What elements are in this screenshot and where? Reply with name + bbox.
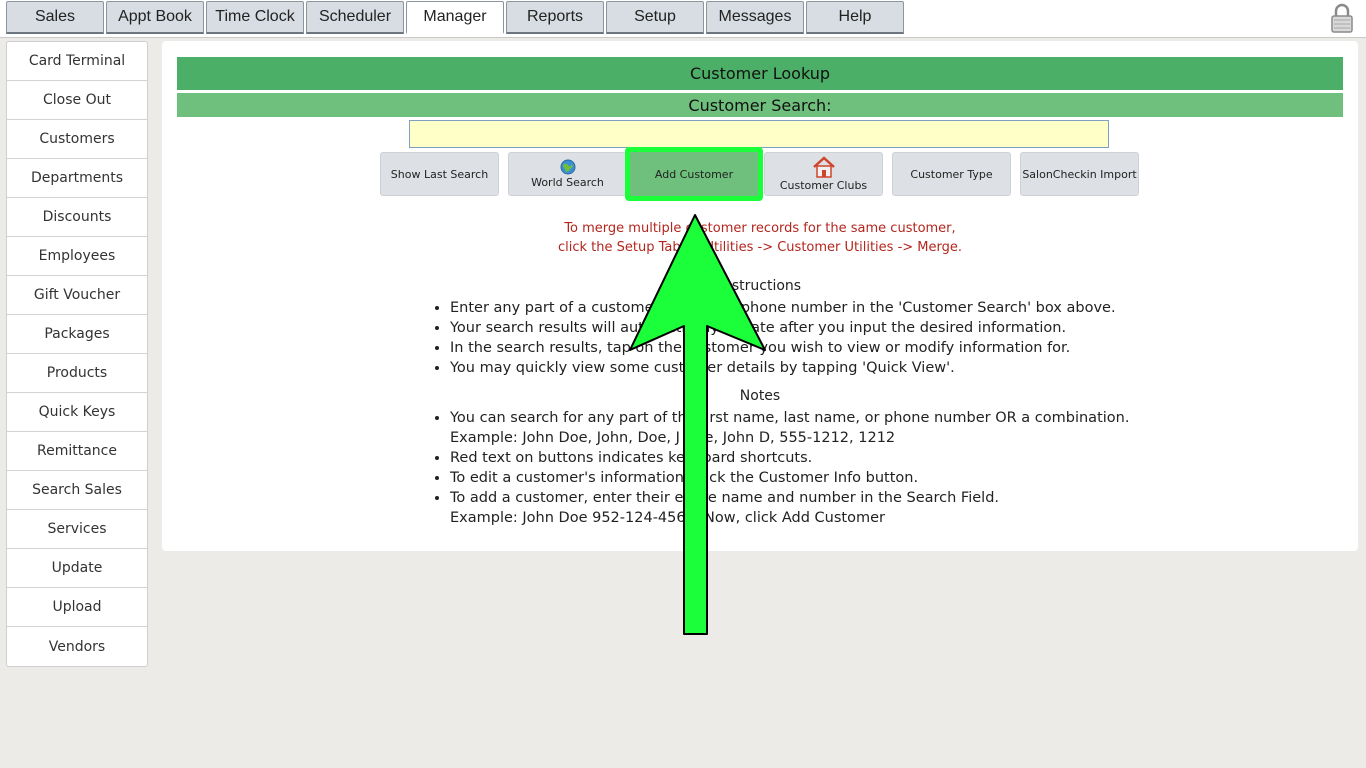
add-customer-label: Add Customer	[654, 167, 734, 181]
page-title: Customer Lookup	[177, 57, 1343, 91]
customer-clubs-label: Customer Clubs	[779, 179, 868, 192]
sidebar-item-employees[interactable]: Employees	[7, 237, 147, 276]
show-last-search-label: Show Last Search	[390, 167, 489, 181]
list-item: You may quickly view some customer detai…	[450, 358, 1116, 378]
sidebar-item-vendors[interactable]: Vendors	[7, 627, 147, 666]
tab-reports[interactable]: Reports	[506, 1, 604, 34]
top-nav-bar: Sales Appt Book Time Clock Scheduler Man…	[0, 0, 1366, 38]
sidebar-item-products[interactable]: Products	[7, 354, 147, 393]
note-text: To add a customer, enter their entire na…	[450, 490, 1000, 506]
salon-checkin-import-label: SalonCheckin Import	[1022, 167, 1137, 181]
list-item: To edit a customer's information, click …	[450, 468, 1129, 488]
customer-type-button[interactable]: Customer Type	[892, 152, 1011, 196]
list-item: Red text on buttons indicates keyboard s…	[450, 448, 1129, 468]
list-item: Your search results will automatically u…	[450, 318, 1116, 338]
instructions-heading: Instructions	[718, 278, 802, 294]
customer-clubs-button[interactable]: Customer Clubs	[764, 152, 883, 196]
merge-notice-line1: To merge multiple customer records for t…	[564, 221, 956, 236]
customer-search-input[interactable]	[409, 120, 1109, 148]
tab-appt-book[interactable]: Appt Book	[106, 1, 204, 34]
note-example: Example: John Doe 952-124-4567. Now, cli…	[450, 510, 885, 526]
add-customer-button[interactable]: Add Customer	[625, 147, 763, 201]
sidebar-item-departments[interactable]: Departments	[7, 159, 147, 198]
sidebar-item-update[interactable]: Update	[7, 549, 147, 588]
tab-setup[interactable]: Setup	[606, 1, 704, 34]
notes-heading: Notes	[739, 388, 781, 404]
note-text: Red text on buttons indicates keyboard s…	[450, 450, 813, 466]
sidebar-item-discounts[interactable]: Discounts	[7, 198, 147, 237]
tab-strip: Sales Appt Book Time Clock Scheduler Man…	[6, 1, 906, 34]
sidebar-item-customers[interactable]: Customers	[7, 120, 147, 159]
lock-icon[interactable]	[1330, 3, 1354, 33]
world-search-button[interactable]: World Search	[508, 152, 627, 196]
globe-icon	[560, 159, 575, 175]
instructions-list: Enter any part of a customer's name or p…	[430, 298, 1116, 378]
show-last-search-button[interactable]: Show Last Search	[380, 152, 499, 196]
sidebar-item-gift-voucher[interactable]: Gift Voucher	[7, 276, 147, 315]
tab-scheduler[interactable]: Scheduler	[306, 1, 404, 34]
tab-manager[interactable]: Manager	[406, 1, 504, 34]
sidebar-item-close-out[interactable]: Close Out	[7, 81, 147, 120]
sidebar-item-search-sales[interactable]: Search Sales	[7, 471, 147, 510]
sidebar-item-quick-keys[interactable]: Quick Keys	[7, 393, 147, 432]
note-text: You can search for any part of the first…	[450, 410, 1130, 426]
search-label: Customer Search:	[177, 93, 1343, 117]
list-item: In the search results, tap on the custom…	[450, 338, 1116, 358]
sidebar-item-card-terminal[interactable]: Card Terminal	[7, 42, 147, 81]
house-icon	[812, 156, 835, 178]
note-text: To edit a customer's information, click …	[450, 470, 919, 486]
manager-sidebar: Card Terminal Close Out Customers Depart…	[6, 41, 148, 667]
list-item: Enter any part of a customer's name or p…	[450, 298, 1116, 318]
sidebar-item-packages[interactable]: Packages	[7, 315, 147, 354]
note-example: Example: John Doe, John, Doe, J Doe, Joh…	[450, 430, 896, 446]
tab-help[interactable]: Help	[806, 1, 904, 34]
merge-notice-line2: click the Setup Tab -> Utilities -> Cust…	[557, 240, 962, 255]
merge-notice: To merge multiple customer records for t…	[162, 219, 1358, 257]
world-search-label: World Search	[531, 176, 604, 189]
customer-type-label: Customer Type	[910, 167, 993, 181]
sidebar-item-upload[interactable]: Upload	[7, 588, 147, 627]
list-item: You can search for any part of the first…	[450, 408, 1129, 448]
notes-list: You can search for any part of the first…	[430, 408, 1129, 528]
salon-checkin-import-button[interactable]: SalonCheckin Import	[1020, 152, 1139, 196]
tab-time-clock[interactable]: Time Clock	[206, 1, 304, 34]
sidebar-item-services[interactable]: Services	[7, 510, 147, 549]
customer-lookup-panel: Customer Lookup Customer Search: Show La…	[162, 41, 1358, 551]
list-item: To add a customer, enter their entire na…	[450, 488, 1129, 528]
tab-sales[interactable]: Sales	[6, 1, 104, 34]
sidebar-item-remittance[interactable]: Remittance	[7, 432, 147, 471]
tab-messages[interactable]: Messages	[706, 1, 804, 34]
